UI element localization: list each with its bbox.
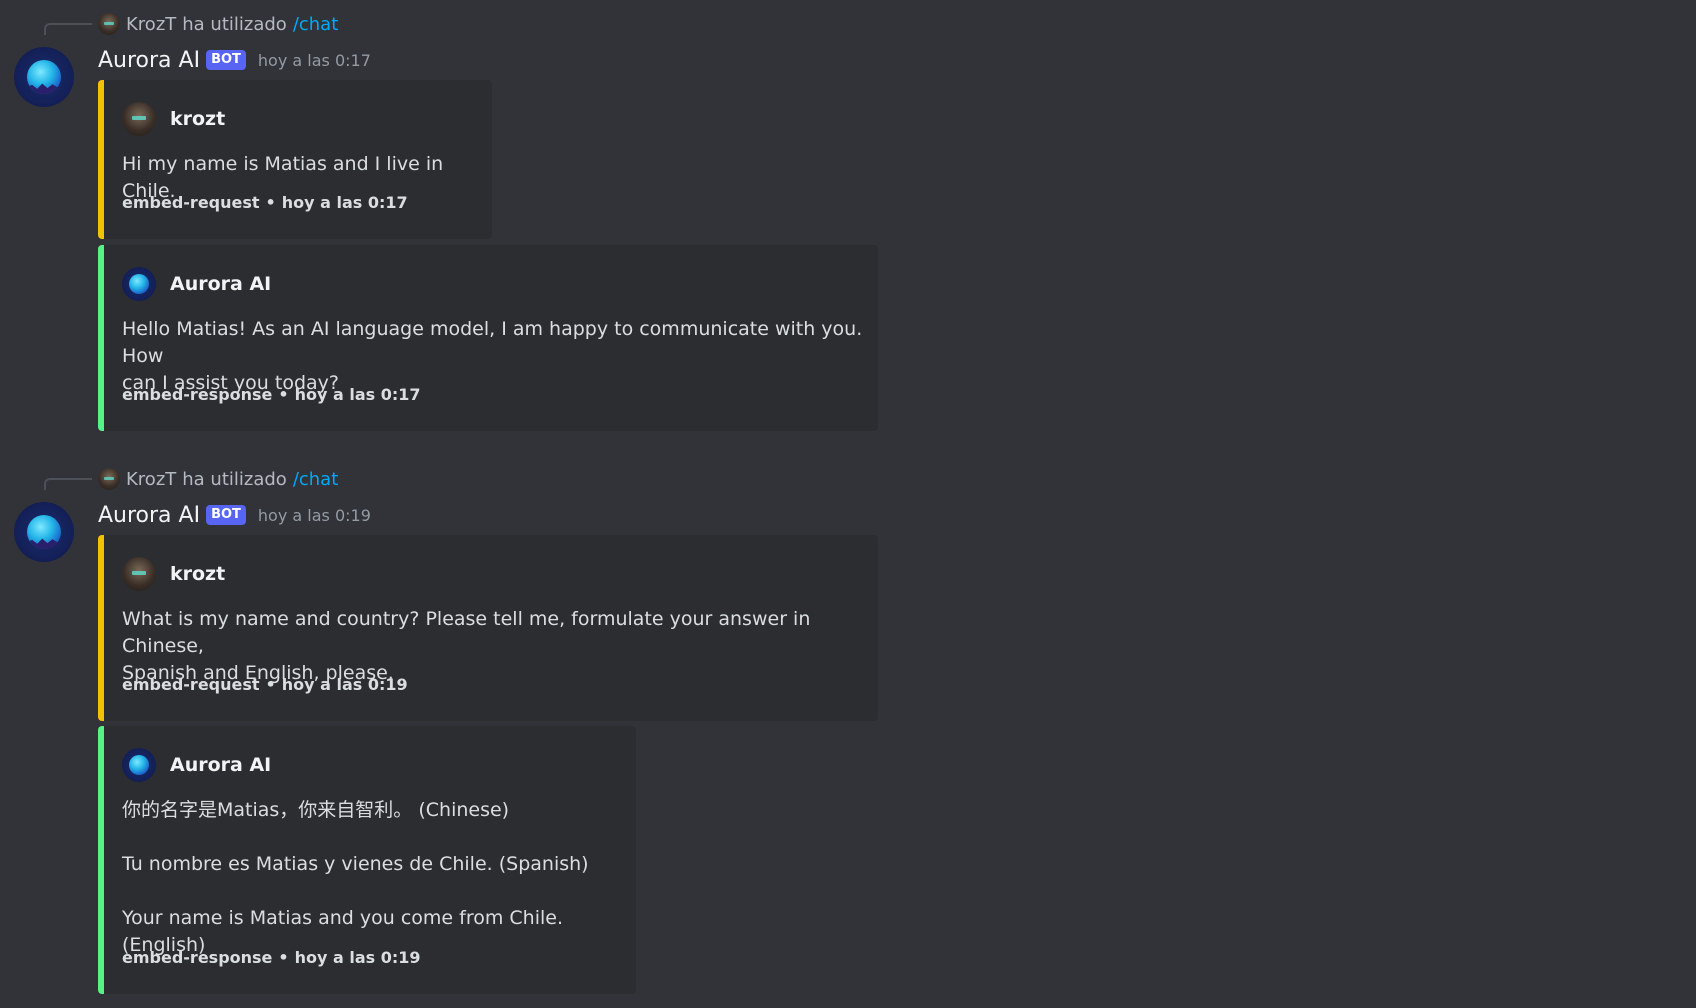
embed-response: Aurora AI Hello Matias! As an AI languag… — [98, 245, 878, 431]
reply-action-text: ha utilizado — [182, 13, 287, 35]
embed-request: krozt Hi my name is Matias and I live in… — [98, 80, 492, 239]
embed-footer-text: embed-request — [122, 675, 260, 694]
message-header: Aurora AI BOT hoy a las 0:17 — [98, 45, 371, 75]
embed-author: Aurora AI — [122, 267, 271, 301]
embed-author-name: krozt — [170, 563, 226, 585]
bot-avatar[interactable] — [14, 502, 74, 562]
embed-footer-text: embed-request — [122, 193, 260, 212]
reply-connector — [44, 478, 92, 490]
embed-footer-text: embed-response — [122, 385, 273, 404]
embed-author-avatar — [122, 102, 156, 136]
author-name[interactable]: Aurora AI — [98, 503, 200, 528]
bot-badge: BOT — [206, 50, 246, 70]
embed-author-avatar — [122, 557, 156, 591]
reply-username[interactable]: KrozT — [126, 469, 176, 490]
slash-command-link[interactable]: /chat — [293, 469, 338, 490]
embed-author-name: Aurora AI — [170, 273, 272, 295]
embed-author-avatar — [122, 748, 156, 782]
embed-footer: embed-response • hoy a las 0:17 — [122, 385, 421, 404]
bot-badge: BOT — [206, 505, 246, 525]
embed-author: Aurora AI — [122, 748, 271, 782]
aurora-globe-icon — [27, 60, 61, 94]
reply-username[interactable]: KrozT — [126, 14, 176, 35]
embed-description: 你的名字是Matias，你来自智利。 (Chinese) Tu nombre e… — [122, 799, 589, 956]
embed-author-avatar — [122, 267, 156, 301]
bot-avatar[interactable] — [14, 47, 74, 107]
author-name[interactable]: Aurora AI — [98, 48, 200, 73]
embed-author: krozt — [122, 102, 225, 136]
slash-command-link[interactable]: /chat — [293, 14, 338, 35]
embed-footer-time: hoy a las 0:19 — [294, 948, 421, 967]
reply-action-text: ha utilizado — [182, 468, 287, 490]
reply-reference[interactable]: KrozT ha utilizado /chat — [98, 12, 338, 36]
message-timestamp[interactable]: hoy a las 0:19 — [258, 506, 371, 525]
reply-user-avatar[interactable] — [98, 468, 120, 490]
embed-footer-text: embed-response — [122, 948, 273, 967]
reply-connector — [44, 23, 92, 35]
message-header: Aurora AI BOT hoy a las 0:19 — [98, 500, 371, 530]
embed-footer-time: hoy a las 0:17 — [281, 193, 408, 212]
embed-footer: embed-request • hoy a las 0:17 — [122, 193, 408, 212]
embed-author-name: krozt — [170, 108, 226, 130]
embed-author: krozt — [122, 557, 225, 591]
embed-request: krozt What is my name and country? Pleas… — [98, 535, 878, 721]
reply-user-avatar[interactable] — [98, 13, 120, 35]
message-timestamp[interactable]: hoy a las 0:17 — [258, 51, 371, 70]
aurora-globe-icon — [27, 515, 61, 549]
reply-reference[interactable]: KrozT ha utilizado /chat — [98, 467, 338, 491]
embed-footer-time: hoy a las 0:19 — [281, 675, 408, 694]
embed-footer: embed-response • hoy a las 0:19 — [122, 948, 421, 967]
embed-response: Aurora AI 你的名字是Matias，你来自智利。 (Chinese) T… — [98, 726, 636, 994]
embed-footer-time: hoy a las 0:17 — [294, 385, 421, 404]
embed-footer: embed-request • hoy a las 0:19 — [122, 675, 408, 694]
embed-author-name: Aurora AI — [170, 754, 272, 776]
